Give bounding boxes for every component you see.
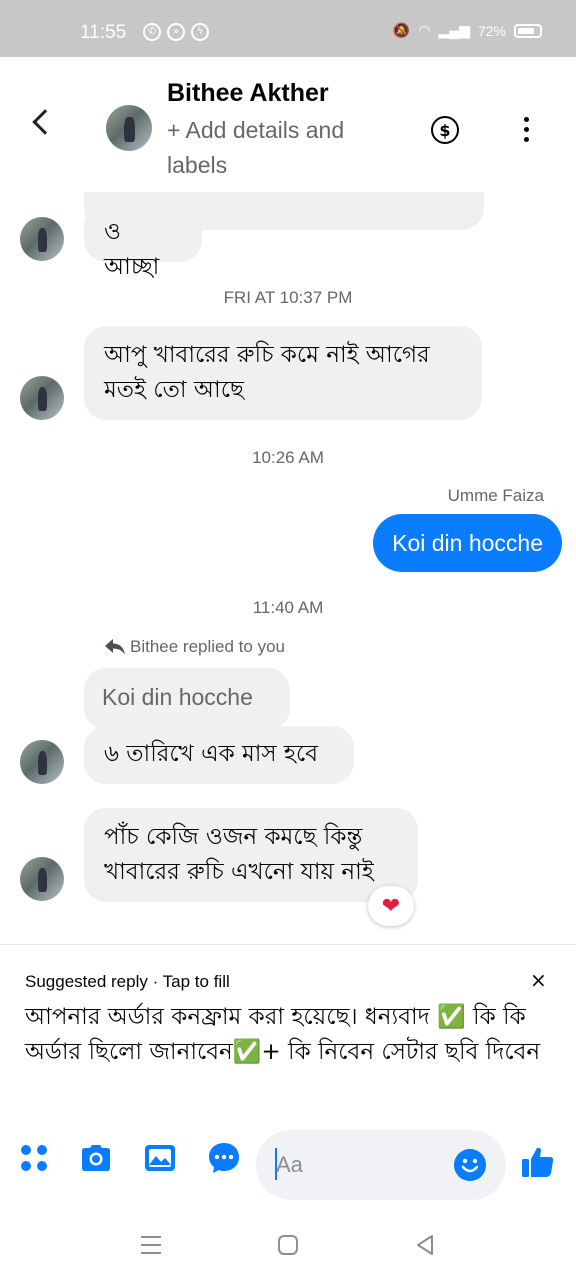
add-details-link[interactable]: + Add details and labels <box>167 113 377 183</box>
message-bubble[interactable]: আপু খাবারের রুচি কমে নাই আগের মতই তো আছে <box>84 326 482 420</box>
home-icon[interactable] <box>277 1234 299 1256</box>
message-text: ও আচ্ছা <box>104 219 160 280</box>
message-text: মতই তো আছে <box>104 377 244 403</box>
image-icon[interactable] <box>142 1140 178 1176</box>
input-placeholder: Aa <box>276 1152 303 1177</box>
messenger-icon: ϟ <box>191 23 209 41</box>
sender-avatar[interactable] <box>20 217 64 261</box>
sender-name: Umme Faiza <box>447 486 544 505</box>
divider <box>0 944 576 945</box>
apps-icon[interactable] <box>16 1140 52 1176</box>
system-icons: 🔕 ◠ ▂▄▆ 72% <box>393 22 542 39</box>
replied-label: Bithee replied to you <box>130 637 285 656</box>
sender-avatar[interactable] <box>20 740 64 784</box>
notification-icons: ✆ » ϟ <box>143 23 209 41</box>
app-icon: » <box>167 23 185 41</box>
whatsapp-icon: ✆ <box>143 23 161 41</box>
heart-icon: ❤ <box>381 893 401 919</box>
back-nav-icon[interactable] <box>414 1234 436 1256</box>
chat-header: Bithee Akther + Add details and labels $ <box>0 57 576 187</box>
timestamp: 11:40 AM <box>252 598 324 617</box>
reply-indicator: Bithee replied to you <box>104 637 285 657</box>
like-icon[interactable] <box>520 1144 556 1180</box>
message-text: ৬ তারিখে এক মাস হবে <box>104 741 319 767</box>
timestamp: FRI AT 10:37 PM <box>223 288 353 307</box>
contact-name[interactable]: Bithee Akther <box>167 79 329 108</box>
outgoing-message[interactable]: Koi din hocche <box>373 514 562 572</box>
heart-reaction[interactable]: ❤ <box>368 886 414 926</box>
more-options-icon[interactable] <box>524 117 530 147</box>
contact-avatar[interactable] <box>106 105 152 151</box>
wifi-icon: ◠ <box>418 22 431 38</box>
camera-icon[interactable] <box>78 1140 114 1176</box>
sender-avatar[interactable] <box>20 857 64 901</box>
composer-bar: Aa <box>0 1130 576 1200</box>
dollar-glyph: $ <box>439 120 451 140</box>
sender-avatar[interactable] <box>20 376 64 420</box>
reply-arrow-icon <box>105 639 125 655</box>
suggested-reply-text[interactable]: আপনার অর্ডার কনফ্রাম করা হয়েছে। ধন্যবাদ… <box>25 1000 555 1070</box>
signal-icon: ▂▄▆ <box>438 22 470 38</box>
timestamp: 10:26 AM <box>252 448 324 467</box>
system-nav-bar <box>0 1212 576 1280</box>
emoji-icon[interactable] <box>454 1149 486 1181</box>
battery-percent: 72% <box>477 22 506 39</box>
battery-icon <box>514 23 542 38</box>
message-bubble[interactable]: ও আচ্ছা <box>84 204 202 280</box>
message-bubble[interactable]: ৬ তারিখে এক মাস হবে <box>84 726 354 784</box>
status-time: 11:55 <box>80 22 127 43</box>
message-text: খাবারের রুচি এখনো যায় নাই <box>104 859 374 885</box>
recent-apps-icon[interactable] <box>140 1234 162 1256</box>
back-arrow-icon[interactable] <box>32 109 58 135</box>
message-input[interactable]: Aa <box>256 1130 506 1200</box>
suggested-reply-label: Suggested reply · Tap to fill <box>25 972 230 991</box>
quoted-message[interactable]: Koi din hocche <box>84 668 290 730</box>
status-bar: 11:55 ✆ » ϟ 🔕 ◠ ▂▄▆ 72% <box>0 0 576 57</box>
dollar-icon[interactable]: $ <box>431 116 459 144</box>
mute-icon: 🔕 <box>392 22 411 38</box>
chat-icon[interactable] <box>206 1140 242 1176</box>
close-icon[interactable]: × <box>530 968 547 992</box>
message-text: পাঁচ কেজি ওজন কমছে কিন্তু <box>104 824 363 850</box>
message-bubble[interactable]: পাঁচ কেজি ওজন কমছে কিন্তু খাবারের রুচি এ… <box>84 808 418 902</box>
message-text: আপু খাবারের রুচি কমে নাই আগের <box>104 342 430 368</box>
